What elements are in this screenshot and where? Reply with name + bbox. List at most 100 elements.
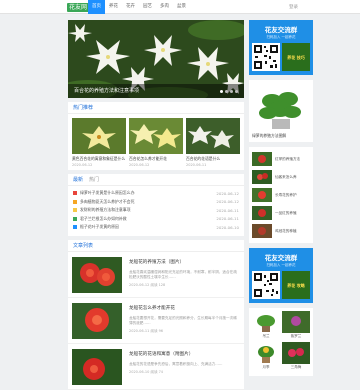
plant-thumb bbox=[252, 311, 280, 333]
slider-dot-active[interactable] bbox=[220, 90, 223, 93]
list-item[interactable]: 一品红的养殖 bbox=[252, 204, 310, 222]
list-item[interactable]: 长寿花的养护 bbox=[252, 186, 310, 204]
list-item[interactable]: 发财树的养殖方法和注意事项 2020-06-11 bbox=[73, 206, 239, 215]
article-body: 龙船花怎么养才能开花 龙船花要想开花，需要充足的光照和养分，生长期每半个月施一次… bbox=[129, 303, 240, 339]
list-item[interactable]: 红掌的养殖方法 bbox=[252, 150, 310, 168]
list-item[interactable]: 绿萝叶子发黄是什么原因怎么办 2020-06-12 bbox=[73, 189, 239, 198]
tab-popular[interactable]: 热门 bbox=[89, 174, 99, 185]
side-item-text: 红掌的养殖方法 bbox=[275, 156, 301, 161]
article-title[interactable]: 龙船花怎么养才能开花 bbox=[129, 305, 240, 311]
qr-promo-badge[interactable]: 养花 技巧 bbox=[282, 43, 310, 71]
article-meta: 2020-06-11 阅读 96 bbox=[129, 328, 164, 333]
qr-card: 花友交流群 扫码加入 一起养花 养花 技巧 bbox=[249, 20, 313, 75]
featured-item[interactable]: 黄色百合花的寓意和象征是什么 2020-06-12 bbox=[72, 118, 126, 170]
bullet-square-icon bbox=[73, 191, 77, 196]
list-item[interactable]: 多肉植物夏天怎么养护才不会死 2020-06-12 bbox=[73, 198, 239, 207]
main-nav: 首页 养花 花卉 园艺 多肉 盆景 bbox=[88, 0, 190, 14]
news-list: 绿萝叶子发黄是什么原因怎么办 2020-06-12 多肉植物夏天怎么养护才不会死… bbox=[68, 186, 244, 236]
lily-white-image bbox=[186, 118, 240, 154]
article-item[interactable]: 龙船花怎么养才能开花 龙船花要想开花，需要充足的光照和养分，生长期每半个月施一次… bbox=[68, 298, 244, 344]
bullet-square-icon bbox=[73, 216, 77, 221]
nav-item-2[interactable]: 养花 bbox=[105, 0, 122, 14]
login-link[interactable]: 登录 bbox=[289, 4, 298, 10]
sidebar: 花友交流群 扫码加入 一起养花 养花 技巧 绿萝的养殖方法图解 红掌的养殖方法 bbox=[249, 20, 313, 381]
news-item-title: 绿萝叶子发黄是什么原因怎么办 bbox=[80, 190, 135, 196]
nav-item-5[interactable]: 多肉 bbox=[156, 0, 173, 14]
news-item-date: 2020-06-12 bbox=[216, 190, 239, 196]
side-item-text: 长寿花的养护 bbox=[275, 192, 297, 197]
side-list: 红掌的养殖方法 仙客来怎么养 长寿花的养护 一品红的养殖 鸡冠花的种植 bbox=[249, 147, 313, 243]
news-item-date: 2020-06-12 bbox=[216, 199, 239, 205]
bullet-square-icon bbox=[73, 199, 77, 204]
featured-item-title: 百合花的花语是什么 bbox=[186, 156, 221, 161]
nav-item-4[interactable]: 园艺 bbox=[139, 0, 156, 14]
article-title[interactable]: 龙船花的花语和寓意（附图片） bbox=[129, 351, 240, 357]
qr-promo-badge[interactable]: 养花 攻略 bbox=[282, 271, 310, 299]
news-item-date: 2020-06-11 bbox=[216, 216, 239, 222]
news-item-title: 发财树的养殖方法和注意事项 bbox=[80, 207, 131, 213]
flower-thumb bbox=[252, 152, 272, 166]
list-item[interactable]: 君子兰烂根怎么办如何补救 2020-06-11 bbox=[73, 215, 239, 224]
grid-caption: 三角梅 bbox=[290, 365, 302, 369]
bullet-square-icon bbox=[73, 208, 77, 213]
featured-thumbs: 黄色百合花的寓意和象征是什么 2020-06-12 百合花怎么养才能开花 202… bbox=[68, 114, 244, 170]
hero-slider[interactable]: 百合花的养殖方法和注意事项 bbox=[68, 20, 244, 98]
article-desc: 龙船花要想开花，需要充足的光照和养分，生长期每半个月施一次稀薄的液肥…… bbox=[129, 315, 237, 325]
side-feature[interactable]: 绿萝的养殖方法图解 bbox=[249, 80, 313, 142]
ixora-image bbox=[72, 256, 122, 293]
nav-item-home[interactable]: 首页 bbox=[88, 0, 105, 14]
featured-item[interactable]: 百合花怎么养才能开花 2020-06-12 bbox=[129, 118, 183, 170]
grid-item[interactable]: 吊兰 bbox=[252, 311, 280, 339]
news-item-date: 2020-06-10 bbox=[216, 224, 239, 230]
articles-title: 文章列表 bbox=[73, 242, 94, 249]
nav-item-6[interactable]: 盆景 bbox=[173, 0, 190, 14]
featured-item[interactable]: 百合花的花语是什么 2020-06-11 bbox=[186, 118, 240, 170]
list-item[interactable]: 栀子花叶子发黄的原因 2020-06-10 bbox=[73, 223, 239, 232]
main-column: 百合花的养殖方法和注意事项 热门推荐 黄色百合花的寓意和象征是什么 2020-0… bbox=[68, 20, 244, 390]
featured-panel: 热门推荐 黄色百合花的寓意和象征是什么 2020-06-12 百合花怎么养才能开… bbox=[68, 102, 244, 170]
ixora-image bbox=[72, 302, 122, 339]
article-title[interactable]: 龙船花的养殖方法（图片） bbox=[129, 259, 240, 265]
grid-caption: 月季 bbox=[262, 365, 270, 369]
qr-code-icon[interactable] bbox=[252, 271, 280, 299]
featured-item-meta: 2020-06-12 bbox=[72, 163, 93, 167]
tab-latest[interactable]: 最新 bbox=[73, 174, 83, 185]
grid-caption: 紫罗兰 bbox=[290, 334, 302, 338]
article-body: 龙船花的花语和寓意（附图片） 龙船花的花语是争先恐后，寓意着积极向上、充满活力…… bbox=[129, 349, 240, 385]
top-bar: 花友网 首页 养花 花卉 园艺 多肉 盆景 登录 bbox=[0, 0, 360, 14]
grid-item[interactable]: 月季 bbox=[252, 342, 280, 370]
slider-dot[interactable] bbox=[225, 90, 228, 93]
lily-yellow-image bbox=[72, 118, 126, 154]
news-item-title: 栀子花叶子发黄的原因 bbox=[80, 224, 119, 230]
article-meta: 2020-06-10 阅读 74 bbox=[129, 369, 164, 374]
article-body: 龙船花的养殖方法（图片） 龙船花喜欢温暖湿润和阳光充足的环境，不耐寒，耐半阴，适… bbox=[129, 257, 240, 293]
article-item[interactable]: 龙船花的花语和寓意（附图片） 龙船花的花语是争先恐后，寓意着积极向上、充满活力…… bbox=[68, 344, 244, 390]
side-grid: 吊兰 紫罗兰 月季 三角梅 bbox=[249, 308, 313, 376]
list-item[interactable]: 仙客来怎么养 bbox=[252, 168, 310, 186]
qr-code-icon[interactable] bbox=[252, 43, 280, 71]
featured-item-title: 黄色百合花的寓意和象征是什么 bbox=[72, 156, 126, 161]
news-tabs: 最新 热门 bbox=[68, 174, 244, 186]
featured-item-meta: 2020-06-12 bbox=[129, 163, 150, 167]
slider-dot[interactable] bbox=[230, 90, 233, 93]
article-meta: 2020-06-12 阅读 128 bbox=[129, 282, 166, 287]
flower-thumb bbox=[252, 206, 272, 220]
article-item[interactable]: 龙船花的养殖方法（图片） 龙船花喜欢温暖湿润和阳光充足的环境，不耐寒，耐半阴，适… bbox=[68, 252, 244, 298]
article-desc: 龙船花喜欢温暖湿润和阳光充足的环境，不耐寒，耐半阴，适合在疏松肥沃的酸性土壤中生… bbox=[129, 269, 237, 279]
flower-thumb bbox=[252, 224, 272, 238]
grid-item[interactable]: 紫罗兰 bbox=[282, 311, 310, 339]
hero-caption[interactable]: 百合花的养殖方法和注意事项 bbox=[68, 84, 244, 98]
featured-heading: 热门推荐 bbox=[68, 102, 244, 114]
slider-dot[interactable] bbox=[235, 90, 238, 93]
qr-subtitle: 扫码加入 一起养花 bbox=[266, 263, 296, 267]
featured-item-meta: 2020-06-11 bbox=[186, 163, 207, 167]
site-logo[interactable]: 花友网 bbox=[67, 3, 90, 12]
side-item-text: 仙客来怎么养 bbox=[275, 174, 297, 179]
qr-row: 养花 攻略 bbox=[252, 271, 310, 299]
side-item-text: 一品红的养殖 bbox=[275, 210, 297, 215]
grid-caption: 吊兰 bbox=[262, 334, 270, 338]
list-item[interactable]: 鸡冠花的种植 bbox=[252, 222, 310, 240]
grid-item[interactable]: 三角梅 bbox=[282, 342, 310, 370]
news-item-date: 2020-06-11 bbox=[216, 207, 239, 213]
nav-item-3[interactable]: 花卉 bbox=[122, 0, 139, 14]
